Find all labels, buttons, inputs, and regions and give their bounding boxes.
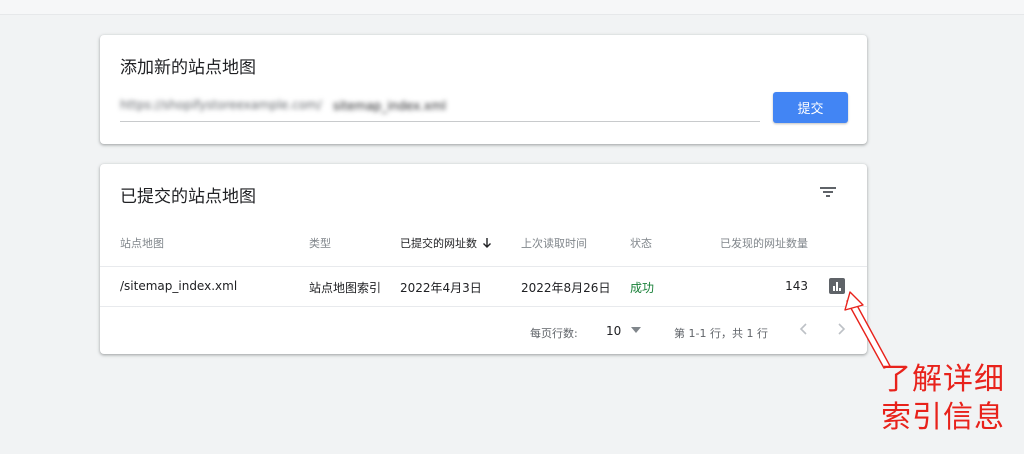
col-header-submitted-label: 已提交的网址数 xyxy=(400,237,477,250)
annotation-line-2: 索引信息 xyxy=(881,400,1005,435)
add-sitemap-card: 添加新的站点地图 https://shopifystoreexample.com… xyxy=(100,35,867,144)
col-header-status[interactable]: 状态 xyxy=(630,235,652,251)
cell-type: 站点地图索引 xyxy=(309,281,382,295)
pagination-range: 第 1-1 行，共 1 行 xyxy=(674,327,768,340)
filter-icon xyxy=(820,187,836,197)
submit-button[interactable]: 提交 xyxy=(773,92,848,123)
sort-down-icon xyxy=(483,238,491,248)
col-header-last-read[interactable]: 上次读取时间 xyxy=(521,235,587,251)
submitted-sitemaps-card: 已提交的站点地图 站点地图 类型 已提交的网址数 上次读取时间 状态 已发现的网… xyxy=(100,164,867,354)
cell-sitemap: /sitemap_index.xml xyxy=(120,279,238,293)
cell-last-read: 2022年8月26日 xyxy=(521,281,611,295)
cell-status: 成功 xyxy=(630,281,655,295)
rows-per-page-select[interactable]: 10 xyxy=(606,324,621,338)
row-divider xyxy=(100,306,867,307)
cell-submitted: 2022年4月3日 xyxy=(400,281,482,295)
col-header-submitted[interactable]: 已提交的网址数 xyxy=(400,235,492,251)
col-header-discovered[interactable]: 已发现的网址数量 xyxy=(720,235,808,251)
chevron-left-icon[interactable] xyxy=(797,322,811,336)
annotation-line-1: 了解详细 xyxy=(881,362,1005,397)
top-bar xyxy=(0,0,1024,15)
col-header-type[interactable]: 类型 xyxy=(309,235,331,251)
header-divider xyxy=(100,266,867,267)
cell-discovered: 143 xyxy=(785,279,808,293)
submitted-sitemaps-title: 已提交的站点地图 xyxy=(120,187,256,207)
dropdown-icon[interactable] xyxy=(631,327,641,333)
sitemap-url-field[interactable]: https://shopifystoreexample.com/ xyxy=(120,90,760,122)
rows-per-page-label: 每页行数: xyxy=(530,327,578,340)
add-sitemap-title: 添加新的站点地图 xyxy=(120,58,256,78)
filter-button[interactable] xyxy=(816,180,840,204)
url-prefix: https://shopifystoreexample.com/ xyxy=(120,98,322,112)
col-header-sitemap[interactable]: 站点地图 xyxy=(120,235,164,251)
sitemap-url-input[interactable] xyxy=(333,96,753,116)
